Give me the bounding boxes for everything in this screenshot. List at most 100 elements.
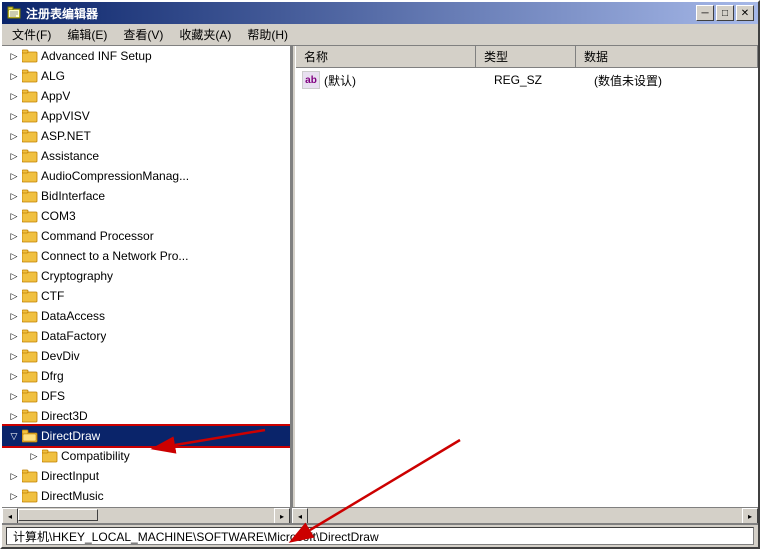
tree-label: Compatibility [61, 449, 130, 463]
menu-favorites[interactable]: 收藏夹(A) [171, 24, 239, 45]
reg-value-icon: ab [302, 71, 320, 89]
tree-item-asp-net[interactable]: ▷ ASP.NET [2, 126, 290, 146]
expand-arrow: ▷ [6, 348, 22, 364]
tree-item-dfrg[interactable]: ▷ Dfrg [2, 366, 290, 386]
tree-label: CTF [41, 289, 64, 303]
expand-arrow: ▷ [6, 368, 22, 384]
tree-label: AudioCompressionManag... [41, 169, 189, 183]
expand-arrow: ▷ [6, 308, 22, 324]
right-hscroll[interactable]: ◂ ▸ [292, 508, 758, 523]
tree-label: Dfrg [41, 369, 64, 383]
tree-label: DirectInput [41, 469, 99, 483]
folder-icon [22, 49, 38, 63]
status-bar: 计算机\HKEY_LOCAL_MACHINE\SOFTWARE\Microsof… [2, 523, 758, 547]
tree-item-advanced-inf-setup[interactable]: ▷ Advanced INF Setup [2, 46, 290, 66]
tree-item-dfs[interactable]: ▷ DFS [2, 386, 290, 406]
menu-help[interactable]: 帮助(H) [239, 24, 296, 45]
tree-item-alg[interactable]: ▷ ALG [2, 66, 290, 86]
tree-label: ASP.NET [41, 129, 91, 143]
tree-scroll[interactable]: ▷ Advanced INF Setup ▷ ALG [2, 46, 290, 507]
tree-item-assistance[interactable]: ▷ Assistance [2, 146, 290, 166]
tree-item-datafactory[interactable]: ▷ DataFactory [2, 326, 290, 346]
tree-item-compatibility[interactable]: ▷ Compatibility [2, 446, 290, 466]
folder-icon [22, 189, 38, 203]
menu-bar: 文件(F) 编辑(E) 查看(V) 收藏夹(A) 帮助(H) [2, 24, 758, 46]
folder-icon [22, 389, 38, 403]
folder-icon [22, 109, 38, 123]
tree-item-cryptography[interactable]: ▷ Cryptography [2, 266, 290, 286]
menu-edit[interactable]: 编辑(E) [59, 24, 115, 45]
folder-icon [22, 169, 38, 183]
tree-label: AppVISV [41, 109, 90, 123]
title-bar: 注册表编辑器 ─ □ ✕ [2, 2, 758, 24]
restore-button[interactable]: □ [716, 5, 734, 21]
horizontal-scrollbar: ◂ ▸ ◂ ▸ [2, 507, 758, 523]
column-headers: 名称 类型 数据 [296, 46, 758, 68]
registry-row-default[interactable]: ab (默认) REG_SZ (数值未设置) [298, 70, 756, 90]
scroll-left-btn2[interactable]: ◂ [292, 508, 308, 523]
tree-item-direct3d[interactable]: ▷ Direct3D [2, 406, 290, 426]
tree-item-audio-compression[interactable]: ▷ AudioCompressionManag... [2, 166, 290, 186]
folder-icon [22, 329, 38, 343]
folder-icon [22, 249, 38, 263]
tree-item-appv[interactable]: ▷ AppV [2, 86, 290, 106]
col-header-type: 类型 [476, 46, 576, 67]
tree-hscroll[interactable]: ◂ ▸ [2, 508, 292, 523]
tree-label: Direct3D [41, 409, 88, 423]
tree-label: Assistance [41, 149, 99, 163]
tree-item-directdraw[interactable]: ▽ DirectDraw [2, 426, 290, 446]
folder-icon [22, 229, 38, 243]
expand-arrow: ▷ [6, 188, 22, 204]
expand-arrow: ▷ [6, 108, 22, 124]
registry-values-list: ab (默认) REG_SZ (数值未设置) [296, 68, 758, 507]
tree-item-connect-network[interactable]: ▷ Connect to a Network Pro... [2, 246, 290, 266]
expand-arrow: ▷ [6, 248, 22, 264]
tree-label: Cryptography [41, 269, 113, 283]
folder-icon [22, 289, 38, 303]
menu-view[interactable]: 查看(V) [115, 24, 171, 45]
right-panel: 名称 类型 数据 ab [296, 46, 758, 507]
tree-label: DirectDraw [41, 429, 100, 443]
tree-item-ctf[interactable]: ▷ CTF [2, 286, 290, 306]
tree-item-bid-interface[interactable]: ▷ BidInterface [2, 186, 290, 206]
tree-item-devdiv[interactable]: ▷ DevDiv [2, 346, 290, 366]
expand-arrow: ▷ [6, 388, 22, 404]
scroll-left-btn[interactable]: ◂ [2, 508, 18, 523]
folder-icon [22, 69, 38, 83]
window-icon [6, 5, 22, 21]
folder-icon-open [22, 429, 38, 443]
menu-file[interactable]: 文件(F) [4, 24, 59, 45]
tree-item-dataaccess[interactable]: ▷ DataAccess [2, 306, 290, 326]
tree-label: Advanced INF Setup [41, 49, 152, 63]
folder-icon [22, 269, 38, 283]
scroll-right-btn2[interactable]: ▸ [742, 508, 758, 523]
tree-item-directinput[interactable]: ▷ DirectInput [2, 466, 290, 486]
expand-arrow: ▷ [6, 468, 22, 484]
status-path: 计算机\HKEY_LOCAL_MACHINE\SOFTWARE\Microsof… [6, 527, 754, 545]
folder-icon [22, 349, 38, 363]
tree-label: DataAccess [41, 309, 105, 323]
expand-arrow: ▽ [6, 428, 22, 444]
expand-arrow: ▷ [6, 408, 22, 424]
folder-icon [22, 309, 38, 323]
scroll-right-btn[interactable]: ▸ [274, 508, 290, 523]
expand-arrow: ▷ [6, 208, 22, 224]
expand-arrow: ▷ [6, 128, 22, 144]
folder-icon [42, 449, 58, 463]
close-button[interactable]: ✕ [736, 5, 754, 21]
folder-icon [22, 149, 38, 163]
expand-arrow: ▷ [6, 88, 22, 104]
tree-label: ALG [41, 69, 65, 83]
tree-item-com3[interactable]: ▷ COM3 [2, 206, 290, 226]
tree-label: DirectMusic [41, 489, 104, 503]
tree-label: DataFactory [41, 329, 106, 343]
expand-arrow: ▷ [6, 328, 22, 344]
folder-icon [22, 409, 38, 423]
tree-item-directmusic[interactable]: ▷ DirectMusic [2, 486, 290, 506]
folder-icon [22, 369, 38, 383]
tree-item-appvisv[interactable]: ▷ AppVISV [2, 106, 290, 126]
expand-arrow: ▷ [6, 48, 22, 64]
minimize-button[interactable]: ─ [696, 5, 714, 21]
tree-item-command-processor[interactable]: ▷ Command Processor [2, 226, 290, 246]
tree-label: BidInterface [41, 189, 105, 203]
